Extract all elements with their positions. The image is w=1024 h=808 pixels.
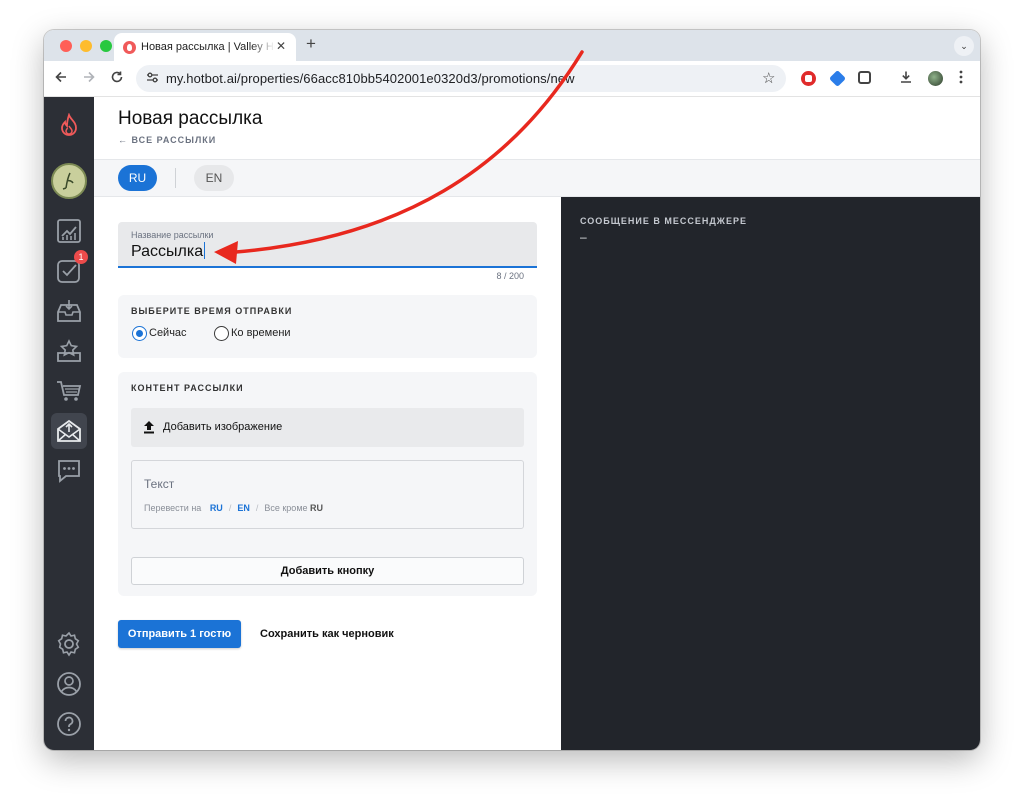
radio-scheduled-dot[interactable] xyxy=(214,326,229,341)
preview-title: СООБЩЕНИЕ В МЕССЕНДЖЕРЕ xyxy=(580,216,747,226)
analytics-icon xyxy=(57,219,81,243)
translate-except-label: Все кроме xyxy=(264,503,308,513)
close-window-button[interactable] xyxy=(60,40,72,52)
promotion-form: Название рассылки Рассылка 8 / 200 ВЫБЕР… xyxy=(94,197,561,750)
sidebar-item-settings[interactable] xyxy=(51,626,87,662)
profile-icon xyxy=(57,672,81,696)
send-time-card: ВЫБЕРИТЕ ВРЕМЯ ОТПРАВКИ Сейчас Ко времен… xyxy=(118,295,537,358)
page-title: Новая рассылка xyxy=(118,108,263,129)
browser-window: Новая рассылка | Valley Hotel ✕ + ⌄ my.h… xyxy=(44,30,980,750)
sidebar-item-tasks[interactable]: 1 xyxy=(51,250,88,289)
address-bar[interactable]: my.hotbot.ai/properties/66acc810bb540200… xyxy=(136,65,786,92)
tab-search-button[interactable]: ⌄ xyxy=(954,36,974,56)
sidebar-item-help[interactable] xyxy=(51,706,87,742)
promotion-name-input[interactable]: Рассылка xyxy=(131,242,206,261)
menu-icon[interactable] xyxy=(959,70,963,87)
sidebar-item-profile[interactable] xyxy=(51,666,87,702)
property-logo-icon xyxy=(62,172,74,190)
add-image-button[interactable]: Добавить изображение xyxy=(131,408,524,447)
language-divider xyxy=(175,168,176,188)
send-button[interactable]: Отправить 1 гостю xyxy=(118,620,241,648)
character-counter: 8 / 200 xyxy=(496,271,524,281)
back-icon[interactable] xyxy=(54,70,68,87)
hotbot-favicon-icon xyxy=(123,41,136,54)
tune-icon[interactable] xyxy=(146,71,159,87)
translate-all-except-link[interactable]: Все кроме RU xyxy=(264,503,323,513)
message-text-input[interactable]: Текст Перевести на RU / EN / Все кроме RU xyxy=(131,460,524,529)
message-text-placeholder: Текст xyxy=(144,477,175,491)
reviews-icon xyxy=(57,339,81,362)
extensions-puzzle-icon[interactable] xyxy=(858,71,871,84)
sidebar-item-analytics[interactable] xyxy=(51,213,87,249)
content-title: КОНТЕНТ РАССЫЛКИ xyxy=(131,383,244,393)
translate-row: Перевести на RU / EN / Все кроме RU xyxy=(144,503,323,513)
sidebar-item-reviews[interactable] xyxy=(51,333,87,369)
tab-active[interactable]: Новая рассылка | Valley Hotel ✕ xyxy=(114,33,296,61)
promotion-name-field[interactable]: Название рассылки Рассылка xyxy=(118,222,537,268)
send-time-title: ВЫБЕРИТЕ ВРЕМЯ ОТПРАВКИ xyxy=(131,306,293,316)
save-draft-button[interactable]: Сохранить как черновик xyxy=(260,628,394,640)
sidebar-item-shop[interactable] xyxy=(51,373,87,409)
upload-icon xyxy=(144,421,154,434)
property-avatar[interactable] xyxy=(51,163,87,199)
browser-toolbar: my.hotbot.ai/properties/66acc810bb540200… xyxy=(44,61,980,97)
inbox-icon xyxy=(57,300,81,322)
text-caret xyxy=(204,242,206,259)
profile-avatar-icon[interactable] xyxy=(928,71,943,86)
add-button-button[interactable]: Добавить кнопку xyxy=(131,557,524,585)
language-tab-en[interactable]: EN xyxy=(194,165,234,191)
translate-to-label: Перевести на xyxy=(144,503,202,513)
promotions-icon xyxy=(57,419,81,442)
translate-ru-link[interactable]: RU xyxy=(210,503,223,513)
promotion-name-label: Название рассылки xyxy=(131,230,214,240)
sidebar-item-chat[interactable] xyxy=(51,453,87,489)
minimize-window-button[interactable] xyxy=(80,40,92,52)
zoom-window-button[interactable] xyxy=(100,40,112,52)
new-tab-button[interactable]: + xyxy=(306,34,316,54)
sidebar-item-promotions[interactable] xyxy=(51,413,87,449)
language-switcher: RU EN xyxy=(94,160,980,197)
chat-icon xyxy=(58,460,80,483)
tab-close-icon[interactable]: ✕ xyxy=(276,39,286,53)
back-to-promotions-link[interactable]: ← ВСЕ РАССЫЛКИ xyxy=(118,135,216,145)
reload-icon[interactable] xyxy=(110,70,124,87)
tasks-badge: 1 xyxy=(74,250,88,264)
content-card: КОНТЕНТ РАССЫЛКИ Добавить изображение Те… xyxy=(118,372,537,596)
add-image-label: Добавить изображение xyxy=(163,421,283,433)
promotion-name-value: Рассылка xyxy=(131,243,204,260)
stop-extension-icon[interactable] xyxy=(801,71,816,86)
language-tab-ru[interactable]: RU xyxy=(118,165,157,191)
download-icon[interactable] xyxy=(899,70,913,87)
main-content: Новая рассылка ← ВСЕ РАССЫЛКИ RU EN Назв… xyxy=(94,97,980,750)
messenger-preview: СООБЩЕНИЕ В МЕССЕНДЖЕРЕ – xyxy=(561,197,980,750)
translate-except-lang: RU xyxy=(310,503,324,513)
sidebar: 1 xyxy=(44,97,94,750)
hotbot-logo-icon[interactable] xyxy=(58,113,80,137)
help-icon xyxy=(57,712,81,736)
translate-separator: / xyxy=(228,503,232,513)
tab-title: Новая рассылка | Valley Hotel xyxy=(141,41,275,53)
translate-en-link[interactable]: EN xyxy=(237,503,250,513)
tab-strip: Новая рассылка | Valley Hotel ✕ + ⌄ xyxy=(44,30,980,61)
page-header: Новая рассылка ← ВСЕ РАССЫЛКИ xyxy=(94,97,980,160)
radio-scheduled-label: Ко времени xyxy=(231,327,291,339)
forward-icon[interactable] xyxy=(82,70,96,87)
sidebar-item-inbox[interactable] xyxy=(51,293,87,329)
hotbot-app: 1 Новая рассылка ← ВСЕ РАССЫЛКИ RU EN На… xyxy=(44,97,980,750)
tag-extension-icon[interactable] xyxy=(829,70,846,87)
preview-message: – xyxy=(580,230,587,244)
translate-separator: / xyxy=(255,503,259,513)
url-text: my.hotbot.ai/properties/66acc810bb540200… xyxy=(166,71,575,86)
radio-now-label: Сейчас xyxy=(149,327,187,339)
cart-icon xyxy=(57,381,82,401)
settings-icon xyxy=(57,631,80,657)
star-icon[interactable]: ☆ xyxy=(762,69,775,87)
radio-now-dot[interactable] xyxy=(132,326,147,341)
